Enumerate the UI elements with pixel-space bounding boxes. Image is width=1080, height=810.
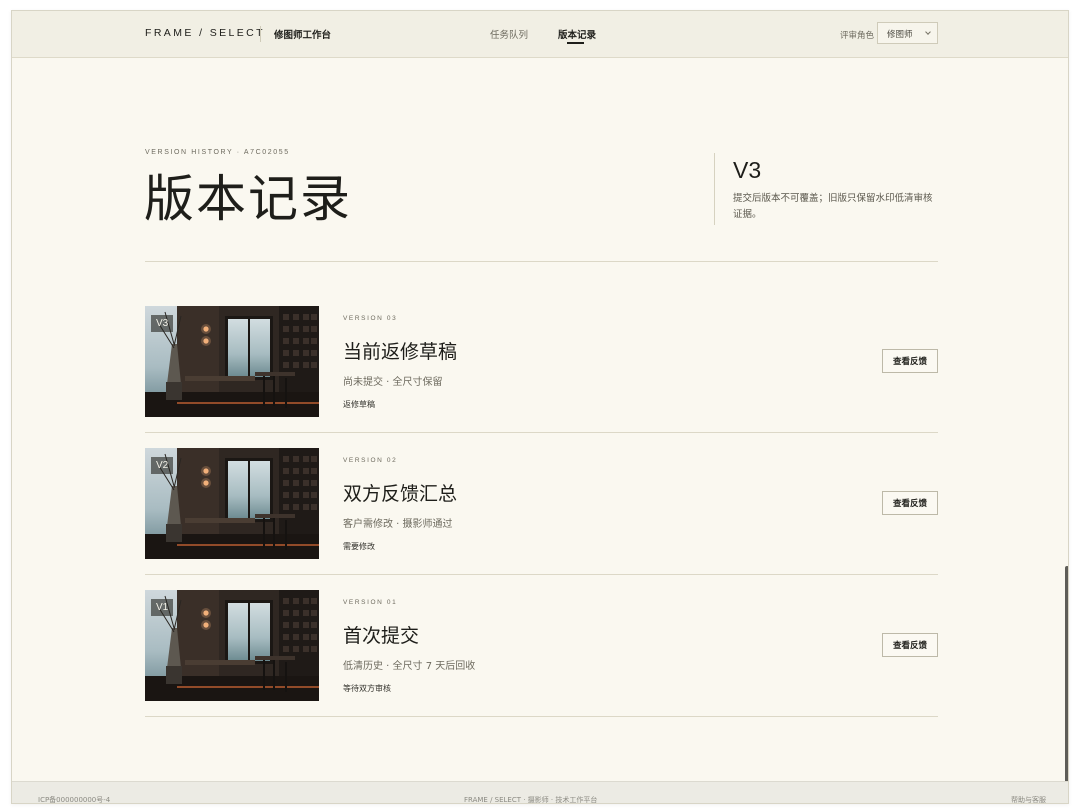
version-status: 返修草稿 [343, 400, 375, 409]
version-title: 首次提交 [343, 625, 420, 647]
row-divider [145, 432, 938, 433]
version-status: 需要修改 [343, 542, 375, 551]
version-badge: V2 [151, 457, 174, 474]
version-meta: 尚未提交 · 全尺寸保留 [343, 377, 443, 388]
version-title: 双方反馈汇总 [343, 483, 458, 505]
version-row-v1: V1 VERSION 01 首次提交 低清历史 · 全尺寸 7 天后回收 等待双… [145, 590, 938, 732]
brand-logo[interactable]: FRAME / SELECT [145, 27, 265, 39]
footer-brand: FRAME / SELECT · 摄影师 · 技术工作平台 [464, 796, 598, 804]
app-window: FRAME / SELECT 修图师工作台 任务队列 版本记录 评审角色 修图师… [11, 10, 1069, 804]
version-eyebrow: VERSION 02 [343, 457, 398, 464]
current-version: V3 [733, 157, 762, 183]
version-status: 等待双方审核 [343, 684, 391, 693]
chevron-down-icon [925, 29, 931, 35]
version-row-v3: V3 VERSION 03 当前返修草稿 尚未提交 · 全尺寸保留 返修草稿 查… [145, 306, 938, 448]
page-title: 版本记录 [144, 170, 352, 228]
review-role-label: 评审角色 [840, 31, 875, 41]
top-bar: FRAME / SELECT 修图师工作台 任务队列 版本记录 评审角色 修图师 [12, 11, 1068, 58]
version-note: 提交后版本不可覆盖；旧版只保留水印低清审核证据。 [733, 193, 933, 220]
row-divider [145, 574, 938, 575]
review-role-select[interactable]: 修图师 [877, 22, 938, 44]
view-feedback-button[interactable]: 查看反馈 [882, 349, 938, 373]
version-badge: V3 [151, 315, 174, 332]
footer-icp[interactable]: ICP备000000000号-4 [38, 795, 110, 803]
version-row-v2: V2 VERSION 02 双方反馈汇总 客户需修改 · 摄影师通过 需要修改 … [145, 448, 938, 590]
version-eyebrow: VERSION 01 [343, 599, 398, 606]
version-thumbnail[interactable]: V3 [145, 306, 319, 417]
version-meta: 客户需修改 · 摄影师通过 [343, 519, 453, 530]
version-meta: 低清历史 · 全尺寸 7 天后回收 [343, 661, 476, 672]
nav-tab-task-queue[interactable]: 任务队列 [490, 27, 528, 41]
version-badge: V1 [151, 599, 174, 616]
brand-divider [260, 26, 261, 42]
workspace-title: 修图师工作台 [274, 30, 332, 41]
page-scrollbar[interactable] [1065, 566, 1068, 792]
version-eyebrow: VERSION 03 [343, 315, 398, 322]
version-thumbnail[interactable]: V1 [145, 590, 319, 701]
nav-active-underline [567, 42, 584, 44]
nav-tab-version-history[interactable]: 版本记录 [558, 27, 596, 41]
page-footer: ICP备000000000号-4 FRAME / SELECT · 摄影师 · … [12, 781, 1068, 804]
view-feedback-button[interactable]: 查看反馈 [882, 633, 938, 657]
row-divider [145, 716, 938, 717]
footer-help-link[interactable]: 帮助与客服 [1011, 795, 1046, 803]
section-eyebrow: VERSION HISTORY · A7C02055 [145, 149, 290, 156]
header-divider [145, 261, 938, 262]
version-title: 当前返修草稿 [343, 341, 458, 363]
review-role-value: 修图师 [887, 30, 913, 40]
info-divider [714, 153, 715, 225]
view-feedback-button[interactable]: 查看反馈 [882, 491, 938, 515]
version-thumbnail[interactable]: V2 [145, 448, 319, 559]
